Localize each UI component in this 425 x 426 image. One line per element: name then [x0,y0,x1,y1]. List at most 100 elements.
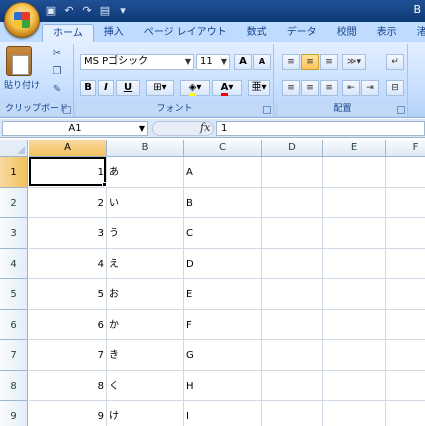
column-header-a[interactable]: A [29,140,107,157]
cell-a8[interactable]: 8 [29,370,107,401]
cell-d5[interactable] [262,279,323,310]
cell-c5[interactable]: E [184,279,262,310]
cell-c4[interactable]: D [184,248,262,279]
cell-f6[interactable] [386,310,425,340]
cell-b9[interactable]: け [107,401,184,426]
underline-button[interactable]: U [116,80,140,96]
align-center-button[interactable]: ≡ [301,80,319,96]
cell-d8[interactable] [262,370,323,401]
cell-a3[interactable]: 3 [29,218,107,249]
format-painter-icon[interactable]: ✎ [50,84,64,96]
align-top-button[interactable]: ≡ [282,54,300,70]
decrease-indent-button[interactable]: ⇤ [342,80,360,96]
redo-icon[interactable]: ↷ [80,4,94,18]
row-header[interactable]: 5 [0,279,28,310]
cell-f4[interactable] [386,249,425,279]
office-button[interactable] [4,2,40,38]
font-launcher-icon[interactable] [263,106,271,114]
cell-a1[interactable]: 1 [29,157,107,188]
row-header[interactable]: 6 [0,309,28,340]
column-header-c[interactable]: C [184,140,262,157]
cell-a4[interactable]: 4 [29,248,107,279]
paste-button-label[interactable]: 貼り付け [4,78,40,91]
tab-insert[interactable]: 挿入 [94,24,134,42]
cell-c8[interactable]: H [184,370,262,401]
increase-indent-button[interactable]: ⇥ [361,80,379,96]
column-header-b[interactable]: B [107,140,184,157]
cell-d1[interactable] [262,157,323,188]
cell-f1[interactable] [386,157,425,188]
font-name-select[interactable]: MS Pゴシック ▼ [80,54,194,70]
cell-a7[interactable]: 7 [29,340,107,371]
borders-button[interactable]: ⊞▾ [146,80,174,96]
cell-b8[interactable]: く [107,370,184,401]
cell-d4[interactable] [262,248,323,279]
cell-e1[interactable] [323,157,386,188]
grow-font-button[interactable]: A [234,54,252,70]
cut-icon[interactable]: ✂ [50,48,64,60]
name-box[interactable]: A1 ▼ [2,121,148,136]
cell-c3[interactable]: C [184,218,262,249]
insert-function-icon[interactable]: fx [200,121,210,134]
phonetic-button[interactable]: 亜▾ [248,80,270,96]
tab-review[interactable]: 校閲 [327,24,367,42]
cell-a9[interactable]: 9 [29,401,107,426]
cell-b3[interactable]: う [107,218,184,249]
cell-c9[interactable]: I [184,401,262,426]
align-middle-button[interactable]: ≡ [301,54,319,70]
cell-d9[interactable] [262,401,323,426]
merge-center-button[interactable]: ⊟ [386,80,404,96]
cell-e8[interactable] [323,370,386,401]
undo-icon[interactable]: ↶ [62,4,76,18]
column-header-e[interactable]: E [323,140,386,157]
column-header-d[interactable]: D [262,140,323,157]
paste-icon[interactable] [6,46,32,76]
cell-c7[interactable]: G [184,340,262,371]
cell-d6[interactable] [262,309,323,340]
cell-d2[interactable] [262,187,323,218]
row-header[interactable]: 8 [0,370,28,401]
cell-e3[interactable] [323,218,386,249]
customize-qat-icon[interactable]: ▾ [116,4,130,18]
fill-color-button[interactable]: ◈▾ [180,80,210,96]
cell-b6[interactable]: か [107,309,184,340]
cell-a2[interactable]: 2 [29,187,107,218]
row-header[interactable]: 1 [0,157,28,188]
cell-f7[interactable] [386,340,425,371]
cell-a6[interactable]: 6 [29,309,107,340]
cell-b7[interactable]: き [107,340,184,371]
cell-c2[interactable]: B [184,187,262,218]
align-right-button[interactable]: ≡ [320,80,338,96]
chevron-down-icon[interactable]: ▼ [139,122,145,135]
tab-page-layout[interactable]: ページ レイアウト [134,24,237,42]
clipboard-launcher-icon[interactable] [63,106,71,114]
cell-f9[interactable] [386,401,425,426]
cell-e6[interactable] [323,309,386,340]
alignment-launcher-icon[interactable] [397,106,405,114]
cell-f5[interactable] [386,279,425,310]
align-bottom-button[interactable]: ≡ [320,54,338,70]
cell-c1[interactable]: A [184,157,262,188]
cell-f2[interactable] [386,188,425,218]
select-all-button[interactable] [0,140,28,157]
tab-formulas[interactable]: 数式 [237,24,277,42]
cell-e4[interactable] [323,248,386,279]
cell-f3[interactable] [386,218,425,249]
cell-e7[interactable] [323,340,386,371]
align-left-button[interactable]: ≡ [282,80,300,96]
font-color-button[interactable]: A▾ [212,80,242,96]
italic-button[interactable]: I [98,80,114,96]
cell-e9[interactable] [323,401,386,426]
shrink-font-button[interactable]: A [253,54,271,70]
column-header-f[interactable]: F [386,140,425,157]
wrap-text-button[interactable]: ↵ [386,54,404,70]
cell-e5[interactable] [323,279,386,310]
row-header[interactable]: 4 [0,248,28,279]
cell-f8[interactable] [386,371,425,401]
tab-view[interactable]: 表示 [367,24,407,42]
cell-b5[interactable]: お [107,279,184,310]
cell-b2[interactable]: い [107,187,184,218]
cell-c6[interactable]: F [184,309,262,340]
row-header[interactable]: 3 [0,218,28,249]
row-header[interactable]: 9 [0,401,28,426]
